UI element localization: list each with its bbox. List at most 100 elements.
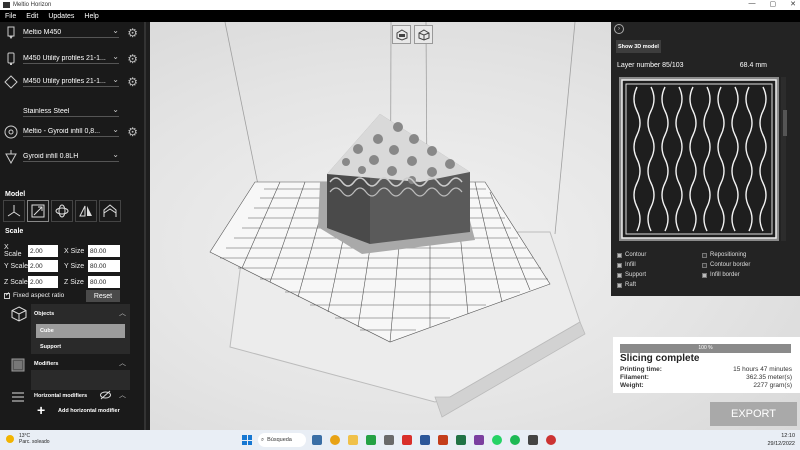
whatsapp-icon[interactable] [492,435,502,445]
object-item-cube[interactable]: Cube [36,324,125,338]
legend-infill[interactable]: Infill [617,262,636,268]
layer-profile-select[interactable]: Gyroid infill 0.8LH [23,153,119,162]
windows-start-icon[interactable] [242,435,252,445]
spotify-icon[interactable] [510,435,520,445]
legend-infill-border[interactable]: Infill border [702,272,740,278]
menu-file[interactable]: File [0,13,21,20]
x-scale-input[interactable]: 2.00 [28,245,58,257]
y-scale-input[interactable]: 2.00 [28,260,58,272]
menu-edit[interactable]: Edit [21,13,43,20]
move-tool-button[interactable] [3,200,25,222]
printer-row: Meltio M450 ⚙ [0,22,146,44]
modifier-icon [11,358,27,374]
rotate-tool-button[interactable] [51,200,73,222]
contour-border-checkbox[interactable] [702,262,707,268]
taskbar-search[interactable]: ⌕ Búsqueda [258,433,306,447]
chrome-icon[interactable] [330,435,340,445]
slicing-progress-bar: 100 % [620,344,791,353]
legend-raft[interactable]: Raft [617,282,636,288]
minimize-button[interactable]: — [749,0,756,8]
y-size-label: Y Size [64,262,85,270]
powerpoint-icon[interactable] [438,435,448,445]
profile-select-1[interactable]: M450 Utility profiles 21-1... [23,55,119,64]
menu-updates[interactable]: Updates [43,13,79,20]
legend-contour-border[interactable]: Contour border [702,262,750,268]
z-scale-label: Z Scale [4,278,28,286]
scale-icon [31,204,45,218]
object-item-support[interactable]: Support [36,340,125,354]
infill-border-checkbox[interactable] [702,272,707,278]
app-logo-icon [3,2,10,8]
y-size-input[interactable]: 80.00 [88,260,120,272]
rotate-icon [55,204,69,218]
profile-select-2[interactable]: M450 Utility profiles 21-1... [23,78,119,87]
video-app-icon[interactable] [402,435,412,445]
fixed-aspect-label: Fixed aspect ratio [13,292,65,299]
green-app-icon[interactable] [366,435,376,445]
y-scale-row: Y Scale 2.00 Y Size 80.00 [4,260,120,272]
maximize-button[interactable]: ▢ [770,0,777,8]
lay-flat-tool-button[interactable] [99,200,121,222]
lay-flat-icon [103,204,117,217]
material-row: Stainless Steel [0,101,146,123]
window-controls: — ▢ ✕ [749,0,797,8]
layer-slider-track[interactable] [781,77,786,241]
gear-icon[interactable]: ⚙ [127,75,138,89]
contour-checkbox[interactable] [617,252,622,258]
show-3d-model-button[interactable]: Show 3D model [616,40,661,53]
file-explorer-icon[interactable] [348,435,358,445]
chevron-up-icon[interactable]: ︿ [119,358,126,368]
window-title: Meltio Horizon [13,2,52,8]
plus-icon[interactable]: + [37,402,45,418]
modifiers-header[interactable]: Modifiers [34,361,58,367]
left-panel-scrollbar[interactable] [144,22,146,430]
reset-button[interactable]: Reset [86,290,120,302]
support-checkbox[interactable] [617,272,622,278]
printer-select[interactable]: Meltio M450 [23,29,119,38]
onenote-icon[interactable] [474,435,484,445]
fixed-aspect-checkbox[interactable] [4,291,10,299]
legend-support[interactable]: Support [617,272,646,278]
scale-tool-button[interactable] [27,200,49,222]
meltio-icon[interactable] [528,435,538,445]
word-icon[interactable] [420,435,430,445]
material-select[interactable]: Stainless Steel [23,108,119,117]
printing-time-value: 15 hours 47 minutes [733,366,792,373]
z-scale-input[interactable]: 2.00 [28,276,58,288]
z-size-input[interactable]: 80.00 [88,276,120,288]
app-icon[interactable] [384,435,394,445]
fixed-aspect-row: Fixed aspect ratio [4,291,65,299]
legend-contour[interactable]: Contour [617,252,646,258]
legend-repositioning[interactable]: Repositioning [702,252,746,258]
horizontal-modifiers-header[interactable]: Horizontal modifiers [34,393,87,399]
task-view-icon[interactable] [312,435,322,445]
gear-icon[interactable]: ⚙ [127,26,138,40]
infill-checkbox[interactable] [617,262,622,268]
collapse-icon[interactable]: › [614,24,624,34]
add-horizontal-modifier-button[interactable]: Add horizontal modifier [58,408,120,414]
view-mode-button-2[interactable] [414,25,433,44]
export-button[interactable]: EXPORT [710,402,797,426]
excel-icon[interactable] [456,435,466,445]
mirror-tool-button[interactable] [75,200,97,222]
objects-header[interactable]: Objects [34,311,54,317]
repositioning-checkbox[interactable] [702,252,707,258]
raft-checkbox[interactable] [617,282,622,288]
system-clock[interactable]: 12:10 29/12/2022 [767,432,795,448]
gear-icon[interactable]: ⚙ [127,52,138,66]
menu-help[interactable]: Help [79,13,103,20]
eye-hidden-icon[interactable] [100,390,111,402]
close-button[interactable]: ✕ [790,0,796,8]
x-size-input[interactable]: 80.00 [88,245,120,257]
chevron-up-icon[interactable]: ︿ [119,308,126,318]
model-tools [3,200,121,222]
recorder-icon[interactable] [546,435,556,445]
chevron-up-icon[interactable]: ︿ [119,390,126,400]
legend-label: Contour [625,252,647,258]
layer-slider-handle[interactable] [783,110,787,136]
infill-profile-select[interactable]: Meltio - Gyroid infill 0,8... [23,128,119,137]
cube-view-icon [418,28,429,41]
view-mode-button-1[interactable] [392,25,411,44]
x-scale-row: X Scale 2.00 X Size 80.00 [4,244,120,258]
gear-icon[interactable]: ⚙ [127,125,138,139]
